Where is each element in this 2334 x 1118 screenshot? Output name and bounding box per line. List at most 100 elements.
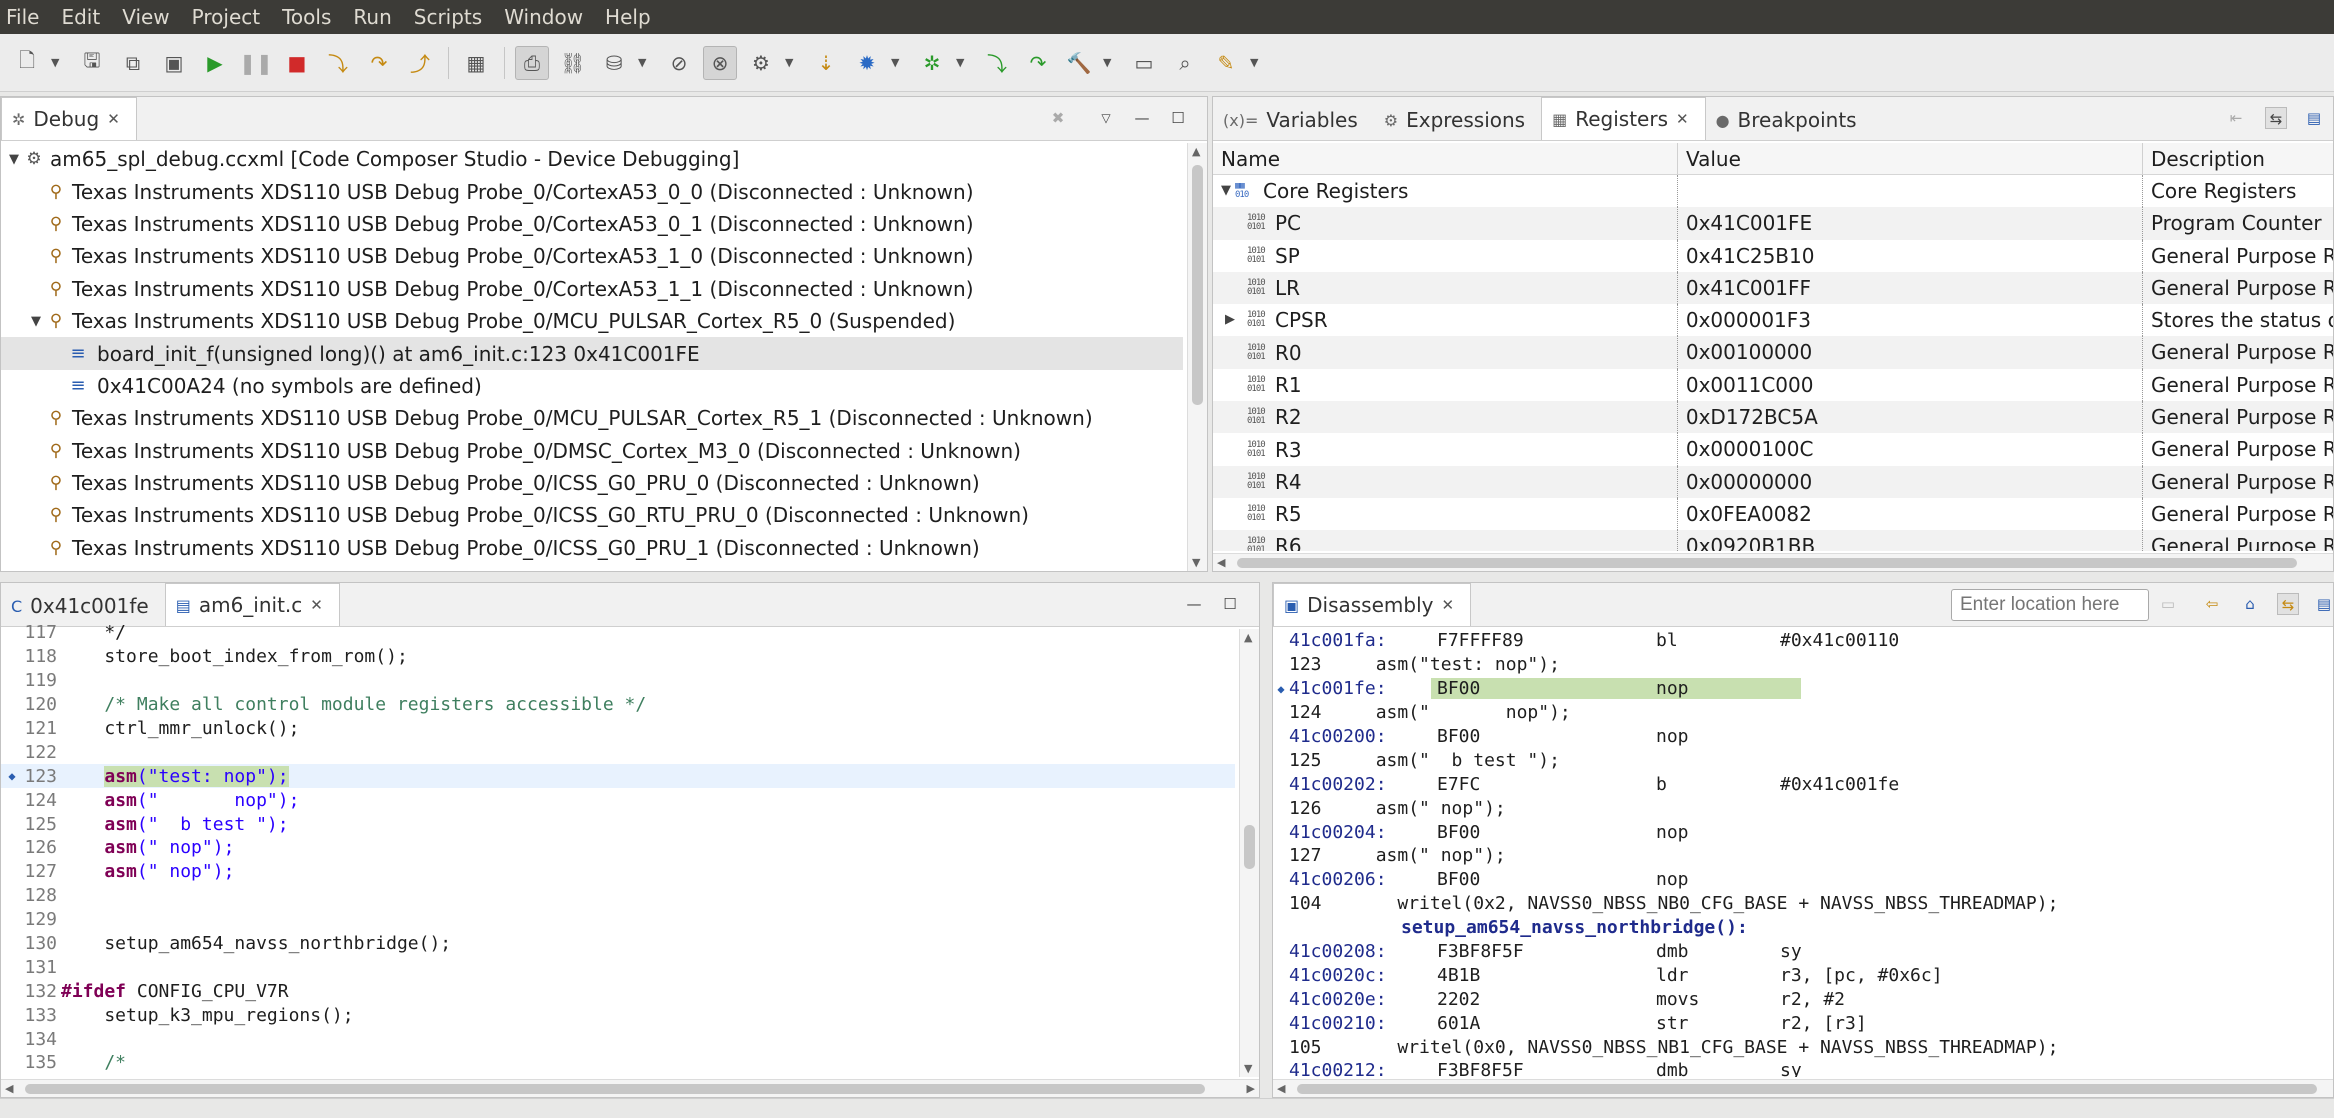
column-value[interactable]: Value (1678, 143, 2143, 174)
maximize-icon[interactable]: ☐ (1167, 107, 1189, 129)
scroll-thumb[interactable] (25, 1084, 1205, 1094)
register-row[interactable]: 10100101 R5 0x0FEA0082 General Purpose Regi… (1213, 497, 2333, 531)
collapse-icon[interactable]: ⇤ (2225, 107, 2247, 129)
columns-icon[interactable]: ▤ (2303, 107, 2325, 129)
debug-tree-row[interactable]: ⚲ Texas Instruments XDS110 USB Debug Prob… (1, 273, 1183, 305)
new-dropdown-icon[interactable]: ▼ (51, 56, 65, 69)
scroll-left-icon[interactable]: ◀ (1277, 1082, 1285, 1095)
go-icon[interactable]: ▭ (2157, 593, 2179, 615)
debug-tree-row[interactable]: ≡ 0x41C00A24 (no symbols are defined) (1, 370, 1183, 402)
expand-toggle-icon[interactable]: ▼ (1217, 175, 1235, 207)
save-all-icon[interactable]: ⧉ (116, 46, 150, 80)
scroll-thumb[interactable] (1192, 165, 1203, 405)
tab-editor-file[interactable]: C 0x41c001fe (1, 586, 165, 626)
menu-project[interactable]: Project (192, 5, 260, 29)
close-icon[interactable]: ✕ (1441, 596, 1454, 614)
console-icon[interactable]: ▭ (1127, 46, 1161, 80)
debug-run-dropdown-icon[interactable]: ▼ (891, 56, 905, 69)
menu-file[interactable]: File (6, 5, 39, 29)
debug-launch-icon[interactable]: ✲ (915, 46, 949, 80)
register-value[interactable]: 0x0011C000 (1678, 368, 2143, 402)
tab-expressions[interactable]: ⚙ Expressions (1374, 100, 1541, 140)
register-value[interactable]: 0x0920B1BB (1678, 530, 2143, 551)
expand-toggle-icon[interactable]: ▶ (1221, 304, 1239, 336)
refresh-icon[interactable]: ⇦ (2201, 593, 2223, 615)
new-icon[interactable]: 🗋 (10, 46, 44, 80)
column-name[interactable]: Name (1213, 143, 1678, 174)
tools-icon[interactable]: ✎ (1209, 46, 1243, 80)
tab-breakpoints[interactable]: ● Breakpoints (1706, 100, 1873, 140)
register-row[interactable]: 10100101 R2 0xD172BC5A General Purpose Regi… (1213, 401, 2333, 434)
register-value[interactable]: 0x000001F3 (1678, 304, 2143, 337)
scroll-left-icon[interactable]: ◀ (5, 1082, 13, 1095)
register-value[interactable] (1678, 175, 2143, 208)
register-value[interactable]: 0x00000000 (1678, 465, 2143, 498)
debug-tree-row[interactable]: ⚲ Texas Instruments XDS110 USB Debug Prob… (1, 240, 1183, 272)
tab-registers[interactable]: ▦ Registers ✕ (1541, 97, 1706, 140)
debug-launch-dropdown-icon[interactable]: ▼ (956, 56, 970, 69)
connect-icon[interactable]: ⎙ (515, 45, 549, 80)
scroll-up-icon[interactable]: ▲ (1192, 145, 1200, 158)
build-icon[interactable]: 🔨 (1062, 46, 1096, 80)
register-row[interactable]: 1010 0101 PC 0x41C001FE Program Counter (1213, 207, 2333, 240)
sync-icon[interactable]: ⇆ (2277, 593, 2299, 615)
breakpoint-toggle-icon[interactable]: ⊗ (703, 45, 737, 80)
profile-icon[interactable]: ⚙ (744, 46, 778, 80)
register-row[interactable]: 10100101 R4 0x00000000 General Purpose Regi… (1213, 465, 2333, 498)
debug-tree-row[interactable]: ▼ ⚲ Texas Instruments XDS110 USB Debug Pro… (1, 305, 1183, 337)
save-icon[interactable]: 🖫 (75, 46, 109, 80)
register-row[interactable]: 10100101 LR 0x41C001FF General Purpose Regi… (1213, 271, 2333, 305)
layout-icon[interactable]: ⇆ (2265, 107, 2287, 129)
register-row[interactable]: 10100101 R1 0x0011C000 General Purpose Regi… (1213, 368, 2333, 402)
close-icon[interactable]: ✕ (1676, 110, 1689, 128)
profile-dropdown-icon[interactable]: ▼ (785, 56, 799, 69)
build-dropdown-icon[interactable]: ▼ (1103, 56, 1117, 69)
menu-scripts[interactable]: Scripts (414, 5, 482, 29)
tab-disassembly[interactable]: ▣ Disassembly ✕ (1273, 583, 1472, 626)
scroll-thumb[interactable] (1297, 1084, 2317, 1094)
step-into-icon[interactable]: ⤵ (321, 46, 355, 80)
terminate-icon[interactable]: ■ (280, 46, 314, 80)
disassembly-horizontal-scrollbar[interactable]: ◀ (1273, 1079, 2333, 1097)
home-icon[interactable]: ⌂ (2239, 593, 2261, 615)
register-value[interactable]: 0x0FEA0082 (1678, 497, 2143, 531)
scroll-thumb[interactable] (1237, 558, 2297, 568)
editor-vertical-scrollbar[interactable]: ▲ ▼ (1239, 629, 1259, 1077)
debug-tree-row[interactable]: ▼ ⚙ am65_spl_debug.ccxml [Code Composer St… (1, 143, 1183, 175)
register-value[interactable]: 0x0000100C (1678, 433, 2143, 466)
expand-toggle-icon[interactable]: ▼ (5, 152, 23, 167)
grid-icon[interactable]: ▦ (459, 46, 493, 80)
scroll-down-icon[interactable]: ▼ (1192, 556, 1200, 569)
step-over-icon[interactable]: ↷ (362, 46, 396, 80)
assembly-step-over-icon[interactable]: ↷ (1021, 46, 1055, 80)
memory-dropdown-icon[interactable]: ▼ (638, 56, 652, 69)
register-row[interactable]: ▶ 1010 0101 CPSR 0x000001F3 Stores the status… (1213, 304, 2333, 337)
debug-tree-row[interactable]: ≡ board_init_f(unsigned long)() at am6_in… (1, 337, 1183, 370)
menu-edit[interactable]: Edit (61, 5, 100, 29)
maximize-icon[interactable]: ☐ (1219, 593, 1241, 615)
menu-view[interactable]: View (122, 5, 169, 29)
registers-horizontal-scrollbar[interactable]: ◀ (1213, 553, 2333, 571)
debug-tree-row[interactable]: ⚲ Texas Instruments XDS110 USB Debug Prob… (1, 499, 1183, 531)
register-value[interactable]: 0x41C001FF (1678, 271, 2143, 305)
source-toggle-icon[interactable]: ▤ (2313, 593, 2333, 615)
search-icon[interactable]: ⌕ (1168, 46, 1202, 80)
scroll-thumb[interactable] (1244, 825, 1255, 869)
menu-run[interactable]: Run (353, 5, 391, 29)
link-icon[interactable]: ⛓ (556, 46, 590, 80)
tools-dropdown-icon[interactable]: ▼ (1250, 56, 1264, 69)
close-icon[interactable]: ✕ (107, 110, 120, 128)
expand-toggle-icon[interactable]: ▼ (27, 314, 45, 329)
debug-tree-row[interactable]: ⚲ Texas Instruments XDS110 USB Debug Prob… (1, 467, 1183, 499)
debug-tree-row[interactable]: ⚲ Texas Instruments XDS110 USB Debug Prob… (1, 435, 1183, 467)
register-row[interactable]: 10100101 SP 0x41C25B10 General Purpose Regi… (1213, 239, 2333, 272)
register-value[interactable]: 0x41C001FE (1678, 207, 2143, 240)
tab-variables[interactable]: (x)= Variables (1213, 100, 1374, 140)
suspend-icon[interactable]: ❚❚ (239, 46, 273, 80)
register-value[interactable]: 0x00100000 (1678, 336, 2143, 369)
breakpoint-skip-icon[interactable]: ⊘ (662, 46, 696, 80)
disassembly-listing[interactable]: 41c001fa: F7FFFF89 bl #0x41c00110 123 asm("t… (1273, 629, 2333, 1077)
view-menu-icon[interactable]: ▽ (1095, 107, 1117, 129)
menu-tools[interactable]: Tools (282, 5, 331, 29)
scroll-right-icon[interactable]: ▶ (1247, 1082, 1255, 1095)
